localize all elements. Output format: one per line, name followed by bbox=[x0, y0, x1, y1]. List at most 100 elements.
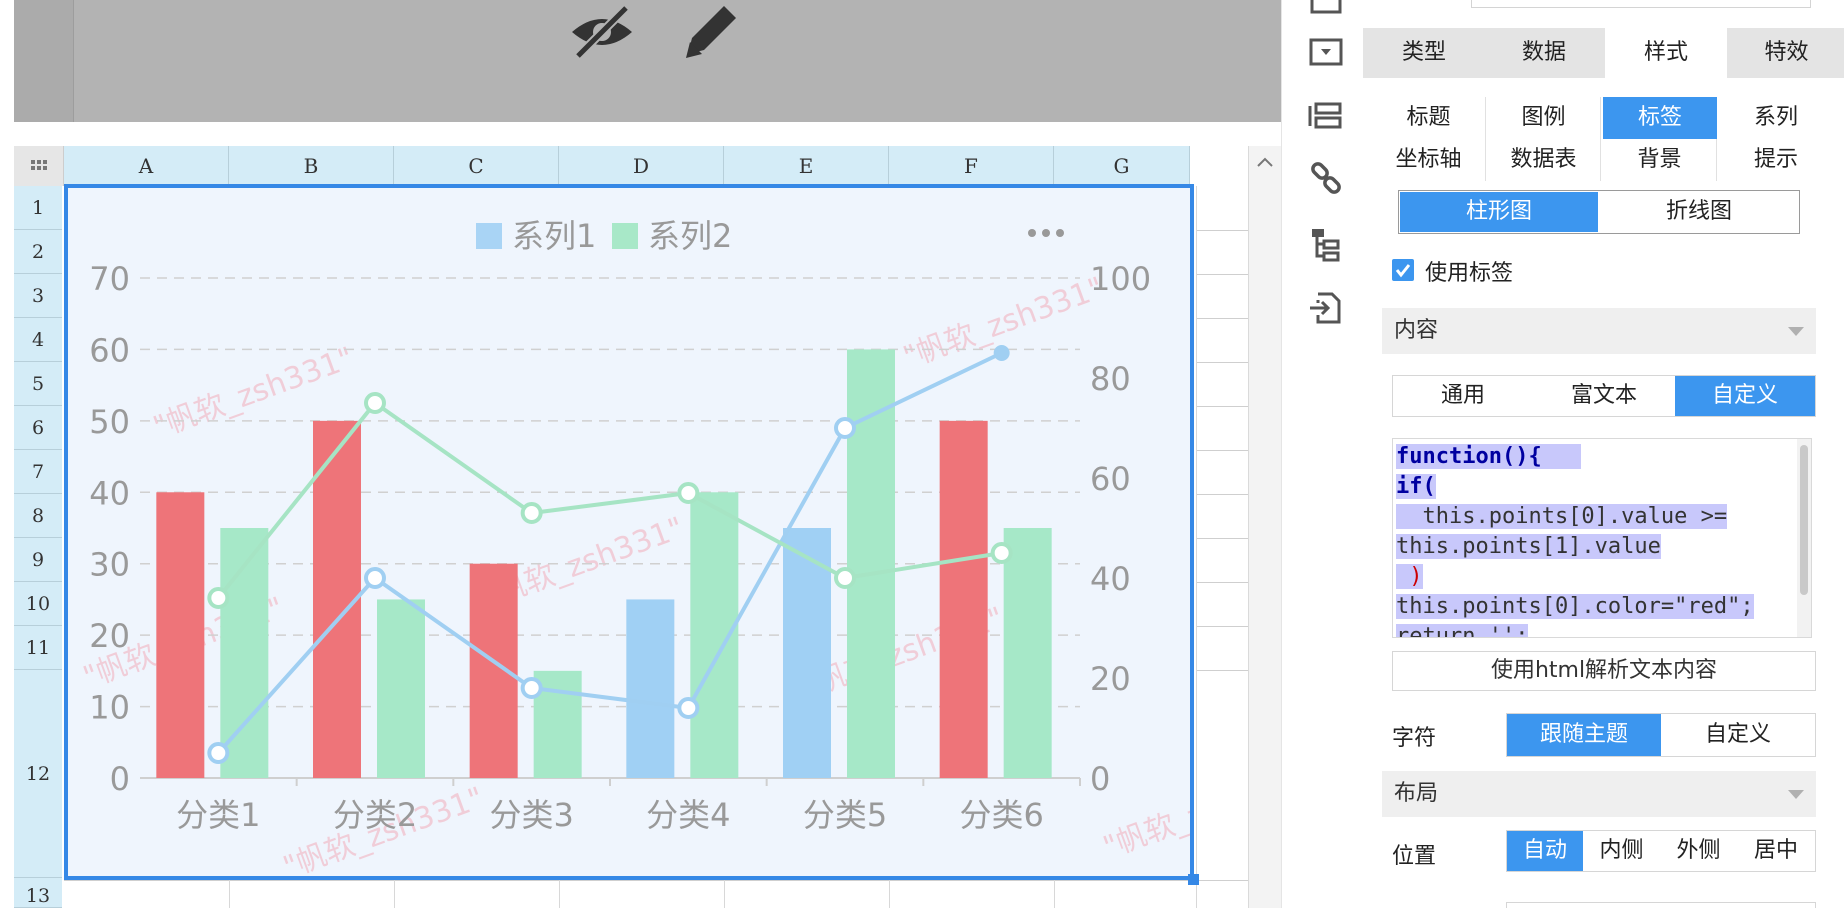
column-header[interactable]: A bbox=[64, 146, 229, 186]
right-axis-tick-label: 60 bbox=[1090, 460, 1131, 498]
top-input-edge bbox=[1471, 0, 1811, 8]
right-axis-tick-label: 0 bbox=[1090, 760, 1110, 798]
category-label: 分类5 bbox=[803, 796, 887, 834]
row-header[interactable]: 9 bbox=[14, 538, 62, 582]
tree-icon[interactable] bbox=[1306, 224, 1346, 264]
chevron-down-icon bbox=[1788, 790, 1804, 799]
subtab-background[interactable]: 背景 bbox=[1603, 139, 1717, 181]
line-point bbox=[520, 502, 543, 524]
line-point bbox=[993, 345, 1010, 361]
scroll-up-icon[interactable] bbox=[1249, 146, 1282, 176]
tab-data[interactable]: 数据 bbox=[1485, 28, 1603, 78]
line-point bbox=[990, 542, 1013, 564]
row-header[interactable]: 11 bbox=[14, 626, 62, 670]
link-icon[interactable] bbox=[1306, 158, 1346, 198]
list-box-icon[interactable] bbox=[1306, 96, 1346, 136]
next-control-edge bbox=[1506, 902, 1816, 908]
font-mode-custom[interactable]: 自定义 bbox=[1661, 714, 1815, 756]
subtab-series[interactable]: 系列 bbox=[1719, 97, 1833, 139]
right-axis-tick-label: 100 bbox=[1090, 260, 1151, 298]
column-header[interactable]: C bbox=[394, 146, 559, 186]
bar-series1 bbox=[626, 599, 675, 778]
tab-effects[interactable]: 特效 bbox=[1729, 28, 1844, 78]
column-header[interactable]: D bbox=[559, 146, 724, 186]
subtab-title[interactable]: 标题 bbox=[1372, 97, 1486, 139]
chart-container[interactable]: "帆软_zsh331" "帆软_zsh331" "帆软_zsh331" "帆软_zsh… bbox=[64, 184, 1194, 880]
sheet-vertical-scrollbar[interactable] bbox=[1248, 146, 1281, 908]
content-section-header[interactable]: 内容 bbox=[1382, 308, 1816, 354]
import-icon[interactable] bbox=[1306, 288, 1346, 328]
subtab-axis[interactable]: 坐标轴 bbox=[1372, 139, 1486, 181]
tab-type[interactable]: 类型 bbox=[1365, 28, 1483, 78]
category-label: 分类1 bbox=[176, 796, 260, 834]
row-header[interactable]: 2 bbox=[14, 230, 62, 274]
position-auto[interactable]: 自动 bbox=[1507, 831, 1583, 871]
left-axis-tick-label: 50 bbox=[89, 403, 130, 441]
position-label: 位置 bbox=[1392, 844, 1437, 869]
code-line: ) bbox=[1396, 564, 1423, 589]
code-line: this.points[1].value bbox=[1396, 534, 1661, 559]
more-options-dot bbox=[1028, 229, 1036, 237]
row-header[interactable]: 8 bbox=[14, 494, 62, 538]
line-point bbox=[520, 677, 543, 699]
left-axis-tick-label: 70 bbox=[89, 260, 130, 298]
position-outside[interactable]: 外侧 bbox=[1660, 831, 1737, 871]
row-header[interactable]: 10 bbox=[14, 582, 62, 626]
resize-handle[interactable] bbox=[1188, 874, 1199, 885]
row-header[interactable]: 6 bbox=[14, 406, 62, 450]
code-line: function(){ bbox=[1396, 444, 1542, 469]
position-inside[interactable]: 内侧 bbox=[1583, 831, 1660, 871]
position-center[interactable]: 居中 bbox=[1737, 831, 1815, 871]
row-header[interactable]: 13 bbox=[14, 878, 62, 908]
code-line: return ''; bbox=[1396, 624, 1529, 637]
chart-kind-bar[interactable]: 柱形图 bbox=[1400, 192, 1598, 232]
layout-section-header[interactable]: 布局 bbox=[1382, 771, 1816, 817]
column-header[interactable]: B bbox=[229, 146, 394, 186]
code-scrollbar[interactable] bbox=[1797, 439, 1811, 637]
bar-series1 bbox=[156, 492, 205, 778]
column-header[interactable]: F bbox=[889, 146, 1054, 186]
legend-swatch-series1 bbox=[476, 223, 502, 249]
line-point bbox=[364, 392, 386, 414]
subtab-datasheet[interactable]: 数据表 bbox=[1487, 139, 1601, 181]
right-axis-tick-label: 40 bbox=[1090, 560, 1131, 598]
legend-label-series2: 系列2 bbox=[648, 217, 732, 255]
custom-label-code-editor[interactable]: function(){ if( this.points[0].value >= … bbox=[1392, 438, 1812, 638]
right-axis-tick-label: 20 bbox=[1090, 660, 1131, 698]
tab-style[interactable]: 样式 bbox=[1605, 28, 1727, 78]
use-label-checkbox[interactable] bbox=[1392, 259, 1414, 281]
floating-toolbar-area bbox=[14, 0, 1281, 122]
subtab-label[interactable]: 标签 bbox=[1603, 97, 1717, 139]
edit-pencil-icon[interactable] bbox=[674, 2, 746, 60]
content-mode-custom[interactable]: 自定义 bbox=[1675, 376, 1815, 416]
tool-column bbox=[1281, 0, 1363, 908]
row-header[interactable]: 1 bbox=[14, 186, 62, 230]
row-header[interactable]: 3 bbox=[14, 274, 62, 318]
row-header[interactable]: 7 bbox=[14, 450, 62, 494]
row-header[interactable]: 12 bbox=[14, 670, 62, 878]
left-axis-tick-label: 30 bbox=[89, 546, 130, 584]
right-axis-tick-label: 80 bbox=[1090, 360, 1131, 398]
code-line: if( bbox=[1396, 474, 1436, 499]
chevron-down-icon bbox=[1788, 327, 1804, 336]
content-mode-richtext[interactable]: 富文本 bbox=[1533, 376, 1675, 416]
content-section-title: 内容 bbox=[1394, 318, 1439, 343]
dropdown-box-icon[interactable] bbox=[1306, 32, 1346, 72]
category-label: 分类4 bbox=[646, 796, 730, 834]
bar-series2 bbox=[1003, 528, 1052, 778]
subtab-legend[interactable]: 图例 bbox=[1487, 97, 1601, 139]
html-parse-button[interactable]: 使用html解析文本内容 bbox=[1392, 651, 1816, 691]
subtab-tooltip[interactable]: 提示 bbox=[1719, 139, 1833, 181]
row-header[interactable]: 5 bbox=[14, 362, 62, 406]
column-header[interactable]: G bbox=[1054, 146, 1190, 186]
left-axis-tick-label: 10 bbox=[89, 689, 130, 727]
more-options-dot bbox=[1042, 229, 1050, 237]
font-mode-theme[interactable]: 跟随主题 bbox=[1507, 714, 1661, 756]
row-header[interactable]: 4 bbox=[14, 318, 62, 362]
hide-eye-icon[interactable] bbox=[566, 2, 638, 60]
column-header[interactable]: E bbox=[724, 146, 889, 186]
category-label: 分类3 bbox=[489, 796, 573, 834]
content-mode-general[interactable]: 通用 bbox=[1393, 376, 1533, 416]
frame-icon[interactable] bbox=[1306, 0, 1346, 22]
chart-kind-line[interactable]: 折线图 bbox=[1600, 192, 1798, 232]
